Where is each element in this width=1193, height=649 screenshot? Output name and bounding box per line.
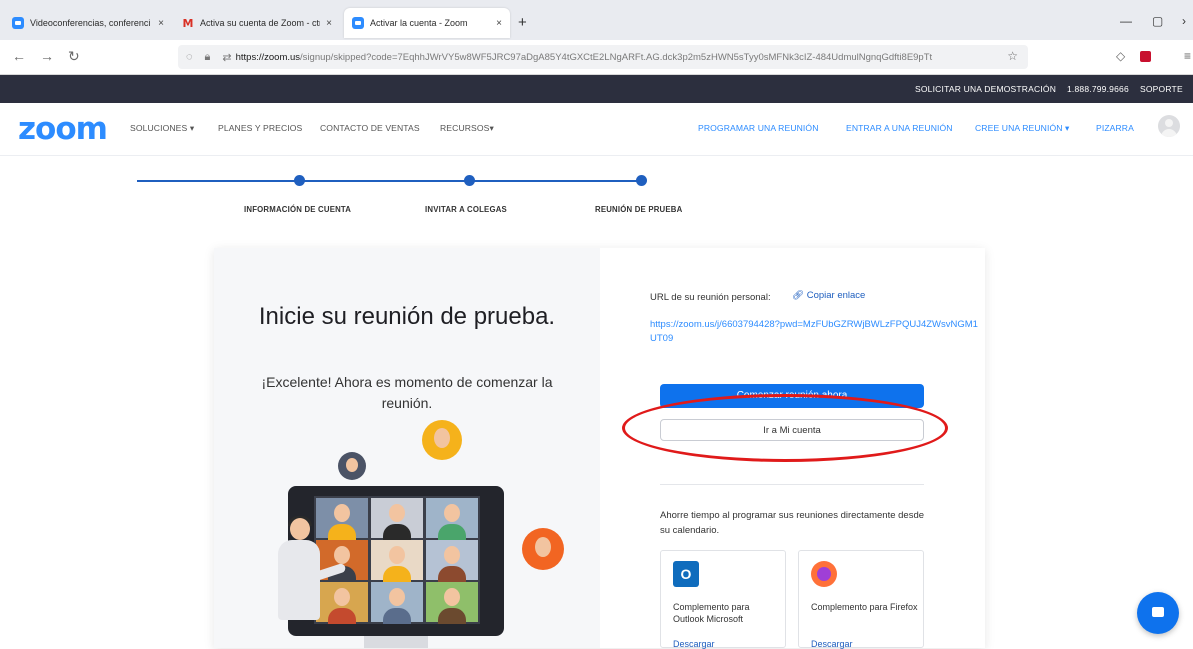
support-link[interactable]: SOPORTE <box>1140 84 1183 94</box>
participant-bubble-icon <box>338 452 366 480</box>
nav-resources[interactable]: RECURSOS▾ <box>440 123 494 134</box>
browser-toolbar: ← → ↻ ◌ 🔒︎ ⇄ https://zoom.us/signup/skip… <box>0 40 1193 75</box>
back-icon[interactable]: ← <box>12 48 26 64</box>
restore-icon[interactable]: ▢ <box>1152 14 1163 28</box>
step-dot-3 <box>636 175 647 186</box>
tab-label: Activa su cuenta de Zoom - ctr <box>200 18 321 28</box>
minimize-icon[interactable]: — <box>1120 14 1132 28</box>
nav-schedule-meeting[interactable]: PROGRAMAR UNA REUNIÓN <box>698 123 819 133</box>
left-panel: Inicie su reunión de prueba. ¡Excelente!… <box>214 248 600 648</box>
divider <box>660 484 924 485</box>
calendar-plugins-text: Ahorre tiempo al programar sus reuniones… <box>660 510 925 536</box>
nav-whiteboard[interactable]: PIZARRA <box>1096 123 1134 133</box>
new-tab-button[interactable]: + <box>518 14 527 31</box>
zoom-favicon-icon <box>352 17 364 29</box>
pocket-icon[interactable]: ◇ <box>1116 49 1125 63</box>
zoom-favicon-icon <box>12 17 24 29</box>
copy-link-label: Copiar enlace <box>806 290 866 301</box>
close-tab-icon[interactable]: × <box>158 18 164 29</box>
personal-url-label: URL de su reunión personal: <box>650 292 771 303</box>
browser-tab-3[interactable]: Activar la cuenta - Zoom × <box>344 8 510 38</box>
url-domain: https://zoom.us <box>235 51 301 63</box>
close-tab-icon[interactable]: × <box>326 18 332 29</box>
browser-tab-strip: Videoconferencias, conferenci × M Activa… <box>0 0 1193 40</box>
address-bar[interactable]: ◌ 🔒︎ ⇄ https://zoom.us/signup/skipped?co… <box>178 45 1028 69</box>
page-title: Inicie su reunión de prueba. <box>258 303 556 330</box>
zoom-top-bar: SOLICITAR UNA DEMOSTRACIÓN 1.888.799.966… <box>0 75 1193 103</box>
step-dot-1 <box>294 175 305 186</box>
bookmark-star-icon[interactable]: ☆ <box>1007 49 1018 63</box>
monitor-stand <box>364 636 428 648</box>
close-tab-icon[interactable]: × <box>496 18 502 29</box>
permissions-icon: ⇄ <box>222 51 232 64</box>
nav-solutions[interactable]: SOLUCIONES ▾ <box>130 123 194 134</box>
test-meeting-card: Inicie su reunión de prueba. ¡Excelente!… <box>214 248 985 649</box>
tab-label: Videoconferencias, conferenci <box>30 18 151 28</box>
addon-name: Complemento para Outlook Microsoft <box>673 602 750 624</box>
url-path: /signup/skipped?code=7EqhhJWrVY5w8WF5JRC… <box>300 51 933 63</box>
reload-icon[interactable]: ↻ <box>68 48 80 65</box>
addon-name: Complemento para Firefox <box>811 602 918 612</box>
menu-icon[interactable]: ≡ <box>1184 49 1191 63</box>
chat-bubble-icon[interactable] <box>1137 592 1179 634</box>
browser-tab-1[interactable]: Videoconferencias, conferenci × <box>4 8 172 38</box>
outlook-addon-card[interactable]: O Complemento para Outlook Microsoft Des… <box>660 550 786 649</box>
nav-plans-pricing[interactable]: PLANES Y PRECIOS <box>218 123 302 133</box>
zoom-logo[interactable]: zoom <box>18 111 108 147</box>
tab-label: Activar la cuenta - Zoom <box>370 18 468 28</box>
firefox-addon-card[interactable]: Complemento para Firefox Descargar <box>798 550 924 649</box>
gmail-favicon-icon: M <box>182 16 194 30</box>
shield-icon: ◌ <box>186 51 193 63</box>
user-avatar-icon[interactable] <box>1158 115 1180 137</box>
outlook-icon: O <box>673 561 699 587</box>
lock-icon: 🔒︎ <box>204 50 211 63</box>
subtitle: ¡Excelente! Ahora es momento de comenzar… <box>261 374 553 411</box>
extension-icon[interactable] <box>1140 51 1151 62</box>
participant-bubble-icon <box>522 528 564 570</box>
nav-join-meeting[interactable]: ENTRAR A UNA REUNIÓN <box>846 123 953 133</box>
browser-tab-2[interactable]: M Activa su cuenta de Zoom - ctr × <box>174 8 340 38</box>
progress-line <box>137 180 641 182</box>
close-window-icon[interactable]: › <box>1182 14 1186 28</box>
step-label-invite-colleagues: INVITAR A COLEGAS <box>425 205 507 214</box>
step-label-account-info: INFORMACIÓN DE CUENTA <box>244 205 352 214</box>
step-label-test-meeting: REUNIÓN DE PRUEBA <box>595 205 683 214</box>
firefox-icon <box>811 561 837 587</box>
meeting-url-link[interactable]: https://zoom.us/j/6603794428?pwd=MzFUbGZ… <box>650 318 980 346</box>
nav-host-meeting[interactable]: CREE UNA REUNIÓN ▾ <box>975 123 1069 134</box>
phone-number[interactable]: 1.888.799.9666 <box>1067 84 1129 94</box>
nav-contact-sales[interactable]: CONTACTO DE VENTAS <box>320 123 420 133</box>
forward-icon[interactable]: → <box>40 48 54 64</box>
video-grid-illustration <box>314 496 480 624</box>
request-demo-link[interactable]: SOLICITAR UNA DEMOSTRACIÓN <box>915 84 1056 94</box>
zoom-main-nav: zoom SOLUCIONES ▾ PLANES Y PRECIOS CONTA… <box>0 103 1193 156</box>
presenter-illustration <box>270 516 347 648</box>
copy-link-button[interactable]: 🔗︎ Copiar enlace <box>792 290 865 301</box>
participant-bubble-icon <box>422 420 462 460</box>
step-dot-2 <box>464 175 475 186</box>
link-icon: 🔗︎ <box>792 290 807 301</box>
red-annotation-circle <box>622 394 948 462</box>
